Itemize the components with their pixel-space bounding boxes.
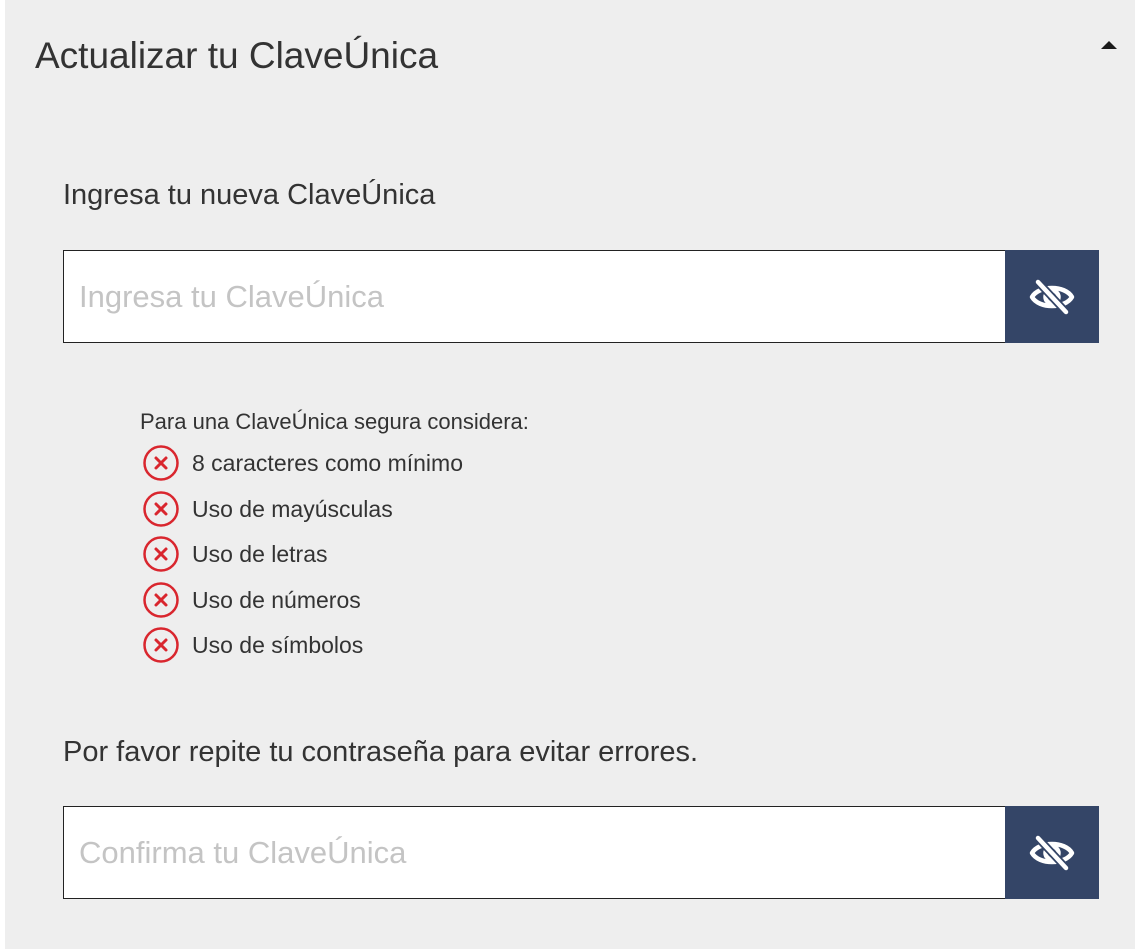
x-circle-icon — [143, 627, 179, 663]
x-circle-icon — [143, 445, 179, 481]
toggle-confirm-password-visibility-button[interactable] — [1005, 806, 1099, 899]
requirement-item: Uso de mayúsculas — [142, 489, 393, 529]
requirement-label: Uso de mayúsculas — [192, 495, 393, 522]
eye-slash-icon — [1029, 277, 1075, 316]
panel-title: Actualizar tu ClaveÚnica — [35, 35, 439, 76]
new-password-label: Ingresa tu nueva ClaveÚnica — [63, 179, 436, 211]
requirement-label: Uso de números — [192, 586, 361, 613]
update-password-panel: Actualizar tu ClaveÚnica Ingresa tu nuev… — [5, 0, 1135, 949]
confirm-password-row — [63, 806, 1099, 899]
confirm-password-label: Por favor repite tu contraseña para evit… — [63, 736, 699, 768]
new-password-row — [63, 250, 1099, 343]
requirement-item: Uso de letras — [142, 534, 328, 574]
requirements-title: Para una ClaveÚnica segura considera: — [140, 409, 529, 434]
requirement-item: Uso de números — [142, 580, 361, 620]
requirement-label: Uso de símbolos — [192, 631, 364, 658]
x-circle-icon — [143, 582, 179, 618]
confirm-password-input[interactable] — [63, 806, 1005, 899]
eye-slash-icon — [1029, 833, 1075, 872]
requirement-item: 8 caracteres como mínimo — [142, 443, 463, 483]
x-circle-icon — [143, 536, 179, 572]
x-circle-icon — [143, 491, 179, 527]
new-password-input[interactable] — [63, 250, 1005, 343]
requirement-label: 8 caracteres como mínimo — [192, 449, 463, 476]
requirement-item: Uso de símbolos — [142, 625, 363, 665]
requirement-label: Uso de letras — [192, 540, 328, 567]
caret-up-icon[interactable] — [1101, 41, 1117, 49]
toggle-new-password-visibility-button[interactable] — [1005, 250, 1099, 343]
